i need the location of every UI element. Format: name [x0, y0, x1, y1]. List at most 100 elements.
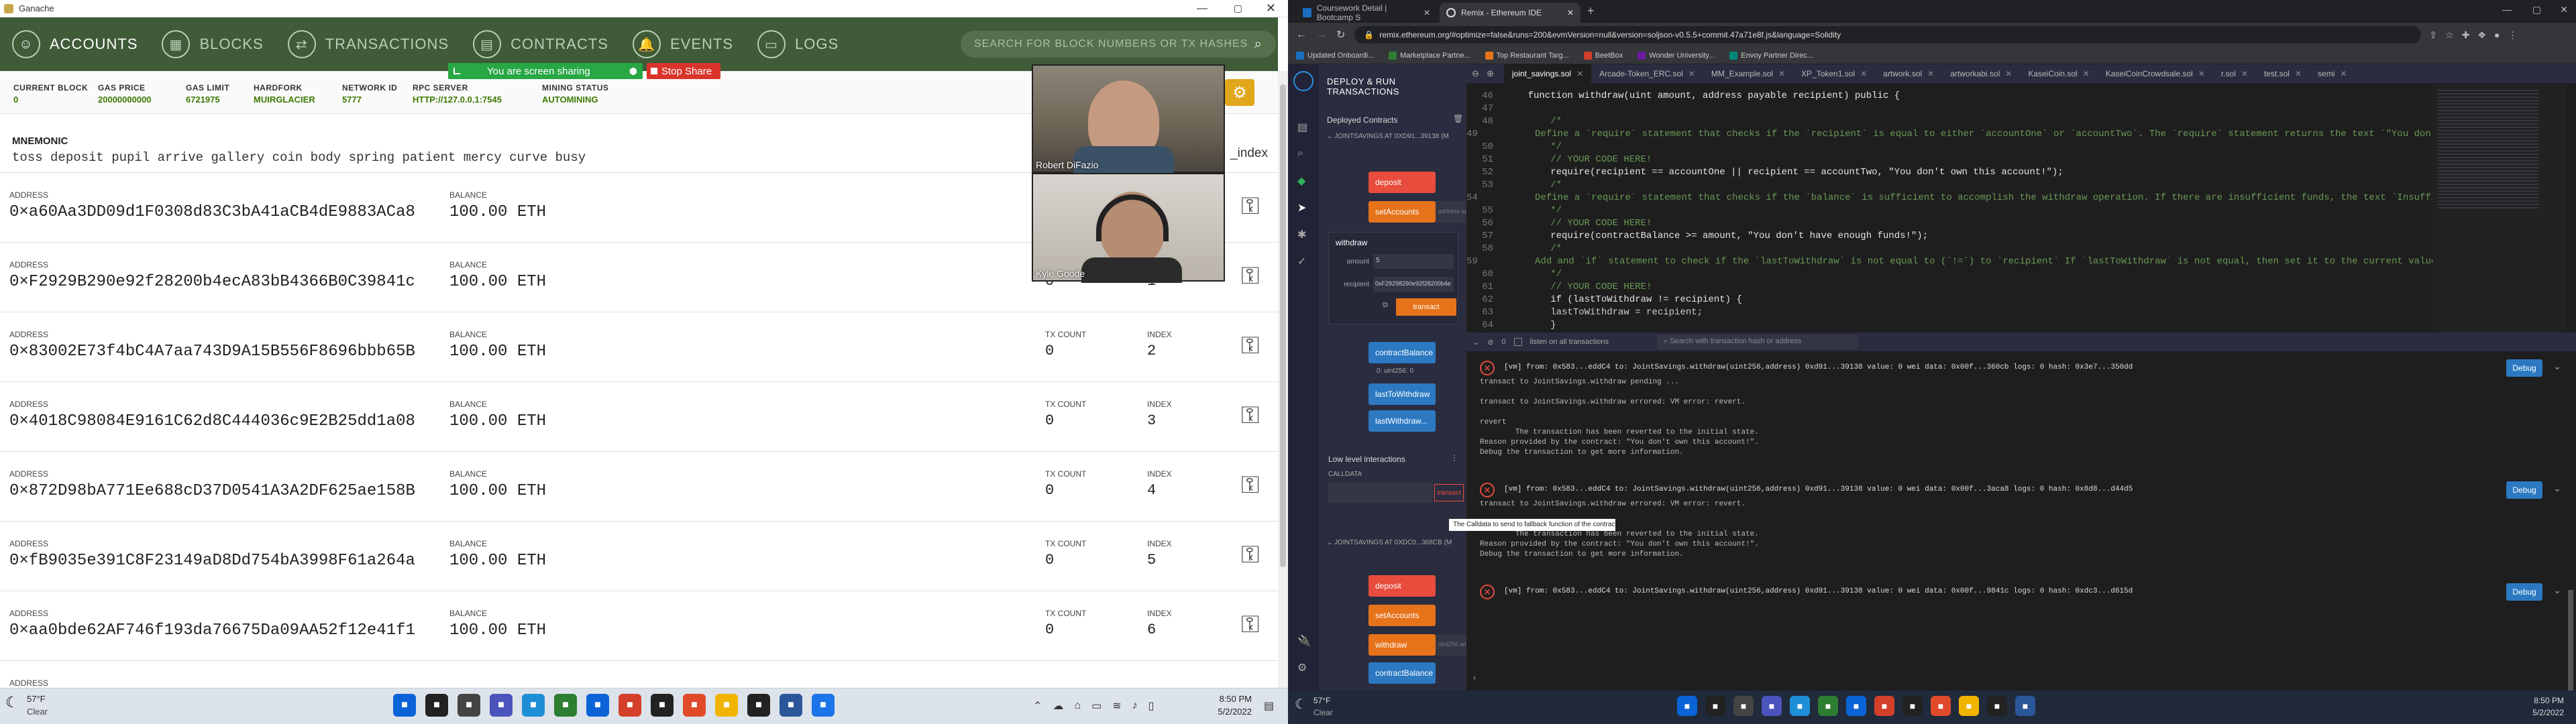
bookmark-item[interactable]: BeetBox [1583, 51, 1623, 60]
minimize-button[interactable]: — [1197, 3, 1208, 15]
key-icon[interactable]: ⚿ [1241, 610, 1259, 639]
file-tab[interactable]: semi ✕ [2310, 64, 2355, 84]
account-row[interactable]: ADDRESS 0×fB9035e391C8F23149aD8Dd754bA399… [0, 522, 1278, 591]
task-view-icon[interactable]: ■ [1733, 696, 1754, 716]
word-icon[interactable]: ■ [2015, 696, 2035, 716]
forward-icon[interactable]: → [1316, 29, 1327, 41]
folder-icon[interactable]: ▭ [1091, 699, 1102, 713]
account-row[interactable]: ADDRESS 0×aa0bde62AF746f193da76675Da09AA5… [0, 591, 1278, 661]
app-icon[interactable]: ■ [683, 694, 706, 717]
debug-button[interactable]: Debug [2506, 481, 2542, 499]
bookmark-item[interactable]: Updated Onboardi... [1296, 51, 1374, 60]
compiler-icon[interactable]: ◆ [1297, 174, 1305, 188]
teams-icon[interactable]: ■ [490, 694, 513, 717]
log-header[interactable]: [vm] from: 0x583...eddC4 to: JointSaving… [1504, 363, 2133, 371]
clock-time[interactable]: 8:50 PM [1212, 694, 1252, 704]
key-icon[interactable]: ⚿ [1241, 401, 1259, 430]
close-tab-icon[interactable]: ✕ [2295, 69, 2302, 78]
instance-1-header[interactable]: ⌄ JOINTSAVINGS AT 0XD91...39138 (M [1327, 133, 1458, 140]
terminal-search-input[interactable]: ⌕ Search with transaction hash or addres… [1656, 335, 1858, 349]
chevron-down-icon[interactable]: ⌄ [2553, 361, 2561, 372]
zoom-out-icon[interactable]: ⊖ [1472, 68, 1479, 79]
key-icon[interactable]: ⚿ [1241, 261, 1259, 290]
search-icon[interactable]: ■ [1705, 696, 1725, 716]
office-icon[interactable]: ■ [1874, 696, 1894, 716]
chevron-down-icon[interactable]: ⌄ [2553, 483, 2561, 494]
chevron-down-icon[interactable]: ⌄ [1473, 338, 1479, 347]
store-icon[interactable]: ■ [1818, 696, 1838, 716]
chrome-icon[interactable]: ■ [715, 694, 738, 717]
settings-icon[interactable]: ⚙ [1297, 661, 1307, 674]
search-icon[interactable]: ⌕ [1297, 147, 1303, 160]
clear-icon[interactable]: ⊘ [1487, 338, 1493, 347]
close-tab-icon[interactable]: ✕ [2340, 69, 2347, 78]
info-icon[interactable]: ⋮ [1450, 453, 1458, 463]
close-tab-icon[interactable]: ✕ [2005, 69, 2012, 78]
remix-logo-icon[interactable] [1293, 71, 1313, 91]
code-editor[interactable]: 46 function withdraw(uint amount, addres… [1466, 83, 2432, 333]
file-tab[interactable]: joint_savings.sol ✕ [1504, 64, 1592, 84]
log-header[interactable]: [vm] from: 0x583...eddC4 to: JointSaving… [1504, 587, 2133, 595]
close-tab-icon[interactable]: ✕ [1860, 69, 1867, 78]
file-tab[interactable]: XP_Token1.sol ✕ [1793, 64, 1875, 84]
low-level-transact-button[interactable]: transact [1434, 484, 1464, 501]
close-button[interactable]: ✕ [1266, 1, 1276, 15]
close-tab-icon[interactable]: ✕ [2083, 69, 2090, 78]
new-tab-button[interactable]: + [1587, 4, 1595, 18]
close-tab-icon[interactable]: ✕ [1424, 8, 1430, 17]
file-tab[interactable]: r.sol ✕ [2213, 64, 2256, 84]
reload-icon[interactable]: ↻ [1336, 28, 1345, 42]
deposit-button[interactable]: deposit [1368, 575, 1436, 597]
nav-logs[interactable]: ▭ LOGS [745, 17, 851, 71]
clock-date[interactable]: 5/2/2022 [1212, 707, 1252, 717]
maximize-button[interactable]: ▢ [2532, 4, 2541, 15]
plugin-icon[interactable]: 🔌 [1297, 634, 1311, 648]
volume-icon[interactable]: ♪ [1132, 700, 1138, 712]
account-row[interactable]: ADDRESS 0×872D98bA771Ee688cD37D0541A3A2DF… [0, 452, 1278, 522]
lastwithdraw-button[interactable]: lastWithdraw... [1368, 410, 1436, 432]
transact-button[interactable]: transact [1396, 298, 1456, 316]
chevron-up-icon[interactable]: ⌃ [1033, 699, 1042, 713]
file-tab[interactable]: artwork.sol ✕ [1875, 64, 1942, 84]
bookmark-item[interactable]: Top Restaurant Targ... [1485, 51, 1569, 60]
key-icon[interactable]: ⚿ [1241, 471, 1259, 499]
account-row[interactable]: ADDRESS 0×83002E73f4bC4A7aa743D9A15B556F8… [0, 312, 1278, 382]
scrollbar-thumb[interactable] [1280, 84, 1286, 567]
contractbalance-button[interactable]: contractBalance [1368, 342, 1436, 363]
chevron-down-icon[interactable]: ⌄ [2553, 585, 2561, 596]
nav-accounts[interactable]: ☺ ACCOUNTS [0, 17, 150, 71]
listen-checkbox[interactable] [1513, 338, 1522, 346]
network-icon[interactable]: ⌂ [1074, 700, 1081, 712]
terminal-scrollbar[interactable] [2568, 590, 2573, 690]
tab-remix[interactable]: Remix - Ethereum IDE ✕ [1440, 3, 1580, 23]
key-icon[interactable]: ⚿ [1241, 192, 1259, 221]
trash-icon[interactable]: 🗑 [1453, 114, 1463, 123]
log-header[interactable]: [vm] from: 0x583...eddC4 to: JointSaving… [1504, 485, 2133, 493]
windows-start-icon[interactable]: ■ [1677, 696, 1697, 716]
mail-icon[interactable]: ■ [1846, 696, 1866, 716]
task-view-icon[interactable]: ■ [458, 694, 480, 717]
terminal-prompt[interactable]: › [1473, 673, 1476, 682]
chrome-icon[interactable]: ■ [1959, 696, 1979, 716]
ganache-icon[interactable]: ■ [1987, 696, 2007, 716]
instance-2-header[interactable]: ⌄ JOINTSAVINGS AT 0XDC0...368CB (M [1327, 539, 1458, 546]
tab-coursework[interactable]: Coursework Detail | Bootcamp S ✕ [1296, 3, 1437, 23]
key-icon[interactable]: ⚿ [1241, 540, 1259, 569]
debug-button[interactable]: Debug [2506, 583, 2542, 601]
test-icon[interactable]: ✓ [1297, 255, 1306, 268]
wifi-icon[interactable]: ≋ [1112, 699, 1121, 713]
mail-icon[interactable]: ■ [586, 694, 609, 717]
clock-time[interactable]: 8:50 PM [2524, 696, 2564, 705]
file-explorer-icon[interactable]: ▤ [1297, 121, 1307, 134]
search-input[interactable]: SEARCH FOR BLOCK NUMBERS OR TX HASHES ⌕ [961, 31, 1276, 58]
notification-icon[interactable]: ▤ [1264, 699, 1274, 713]
setaccounts-button[interactable]: setAccounts [1368, 201, 1436, 223]
star-icon[interactable]: ☆ [2445, 29, 2454, 41]
bookmark-item[interactable]: Marketplace Partne... [1389, 51, 1470, 60]
puzzle-icon[interactable]: ❖ [2477, 29, 2486, 41]
url-input[interactable]: 🔒 remix.ethereum.org/#optimize=false&run… [1354, 26, 2422, 44]
key-icon[interactable]: ⚿ [1241, 331, 1259, 360]
dell-icon[interactable]: ■ [651, 694, 674, 717]
copy-icon[interactable]: ⧉ [1383, 301, 1388, 310]
edge-icon[interactable]: ■ [1790, 696, 1810, 716]
